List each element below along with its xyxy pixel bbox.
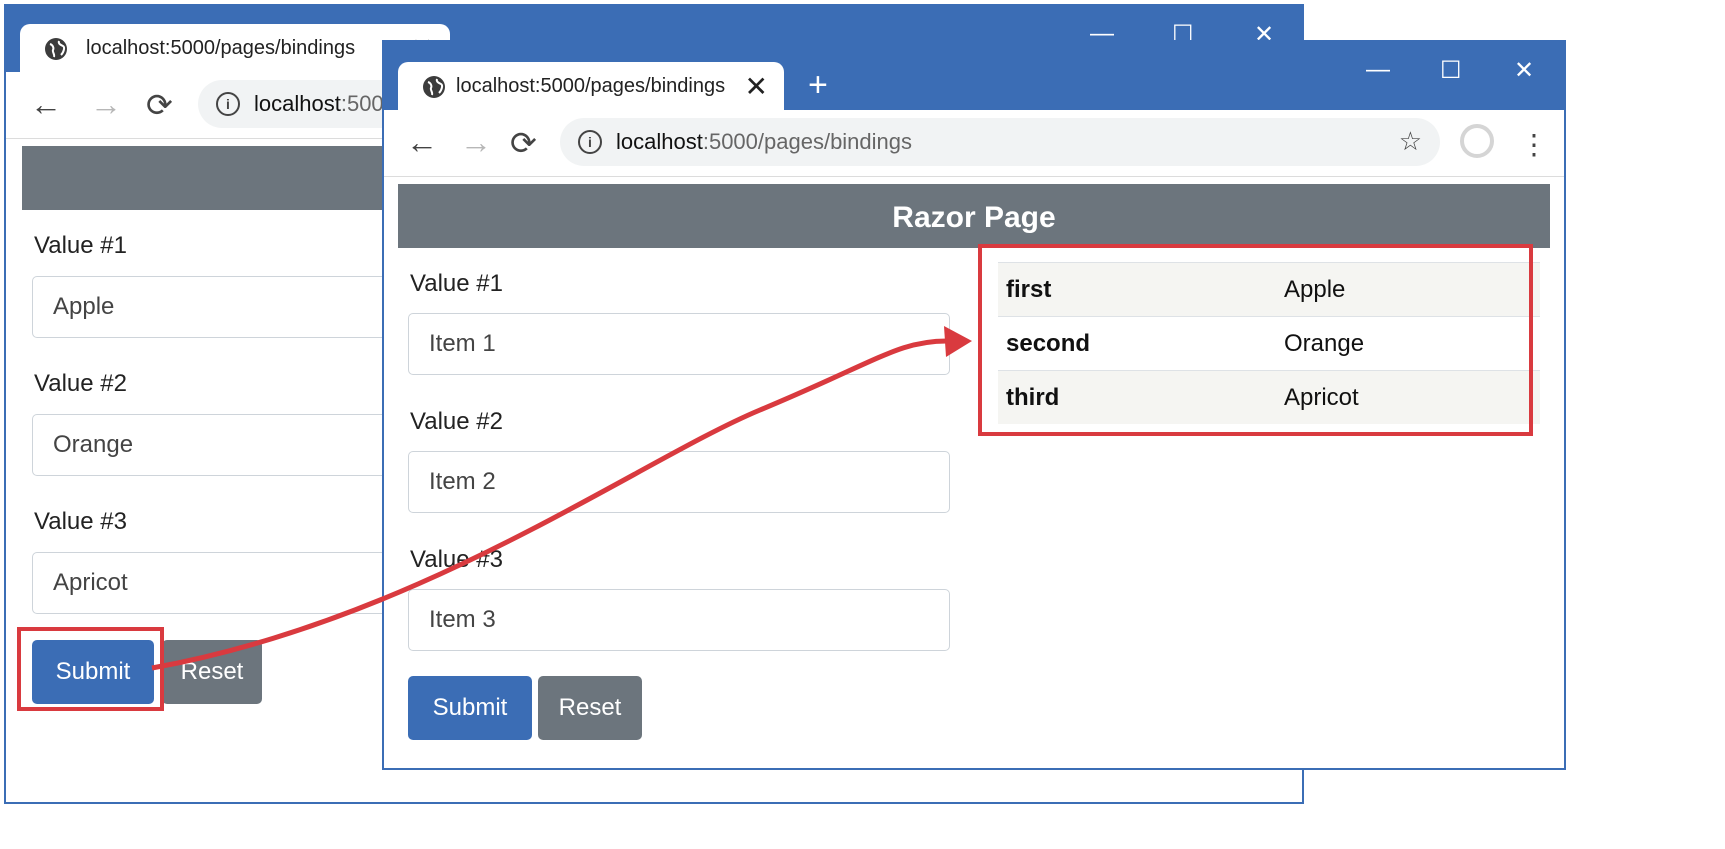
reset-button[interactable]: Reset — [538, 676, 642, 740]
tab-title: localhost:5000/pages/bindings — [86, 37, 356, 59]
kebab-menu-icon[interactable]: ⋮ — [1520, 130, 1548, 160]
maximize-icon[interactable]: ☐ — [1440, 56, 1462, 85]
browser-tab[interactable]: localhost:5000/pages/bindings ✕ — [398, 62, 784, 110]
value-1-label: Value #1 — [410, 270, 503, 297]
forward-arrow-icon[interactable]: → — [90, 86, 122, 123]
info-icon[interactable]: i — [216, 92, 240, 116]
back-arrow-icon[interactable]: ← — [30, 86, 62, 123]
page-title: Razor Page — [398, 184, 1550, 248]
browser-toolbar: ← → ⟳ i localhost:5000/pages/bindings ☆ … — [384, 110, 1564, 177]
value-3-label: Value #3 — [34, 508, 127, 535]
value-2-label: Value #2 — [34, 370, 127, 397]
minimize-icon[interactable]: — — [1366, 56, 1390, 84]
tab-title: localhost:5000/pages/bindings — [456, 75, 726, 97]
submit-highlight-box — [17, 627, 164, 711]
back-arrow-icon[interactable]: ← — [406, 124, 438, 161]
star-icon[interactable]: ☆ — [1399, 126, 1422, 157]
value-3-label: Value #3 — [410, 546, 503, 573]
reload-icon[interactable]: ⟳ — [510, 124, 537, 162]
submit-button[interactable]: Submit — [408, 676, 532, 740]
tab-strip: localhost:5000/pages/bindings ✕ + — ☐ ✕ — [384, 42, 1564, 110]
value-3-input[interactable]: Item 3 — [408, 589, 950, 651]
value-1-input[interactable]: Item 1 — [408, 313, 950, 375]
results-highlight-box — [978, 244, 1533, 436]
reload-icon[interactable]: ⟳ — [146, 86, 173, 124]
value-1-label: Value #1 — [34, 232, 127, 259]
reset-button[interactable]: Reset — [162, 640, 262, 704]
value-2-label: Value #2 — [410, 408, 503, 435]
forward-arrow-icon[interactable]: → — [460, 124, 492, 161]
globe-icon — [45, 38, 67, 60]
address-bar[interactable]: i localhost:5000/pages/bindings ☆ — [560, 118, 1440, 166]
close-icon[interactable]: ✕ — [745, 70, 768, 103]
info-icon[interactable]: i — [578, 130, 602, 154]
plus-icon[interactable]: + — [808, 66, 828, 105]
avatar-icon[interactable] — [1460, 124, 1494, 158]
value-2-input[interactable]: Item 2 — [408, 451, 950, 513]
window-close-icon[interactable]: ✕ — [1514, 56, 1534, 85]
address-url: localhost:5000/pages/bindings — [616, 129, 913, 154]
globe-icon — [423, 76, 445, 98]
